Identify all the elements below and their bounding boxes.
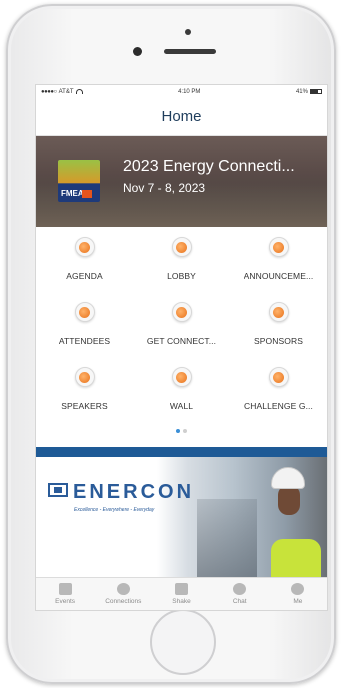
worker-face: [278, 485, 300, 515]
shake-icon: [175, 583, 188, 595]
grid-item-label: SPEAKERS: [61, 401, 108, 411]
grid-item-label: LOBBY: [167, 271, 196, 281]
grid-item-label: GET CONNECT...: [146, 336, 217, 346]
get-connected-icon: [171, 302, 192, 322]
status-right: 41%: [296, 89, 322, 95]
person-icon: [291, 583, 305, 595]
wifi-icon: [75, 89, 83, 94]
grid-item-label: SPONSORS: [254, 336, 303, 346]
agenda-icon: [74, 237, 95, 257]
front-camera: [133, 47, 142, 56]
sponsor-ad[interactable]: ENERCON Excellence - Everywhere - Everyd…: [36, 457, 327, 579]
tab-connections[interactable]: Connections: [94, 578, 152, 610]
speakers-icon: [74, 367, 95, 387]
earpiece-speaker: [164, 49, 216, 54]
battery-icon: [309, 89, 322, 94]
grid-item-announcements[interactable]: ANNOUNCEME...: [230, 233, 327, 298]
grid-item-label: AGENDA: [66, 271, 103, 281]
tab-label: Events: [55, 598, 76, 605]
app-screen: ●●●●○ AT&T 4:10 PM 41% Home FMEA 2023 En…: [35, 84, 328, 611]
ad-brand-name: ENERCON: [73, 481, 195, 503]
refinery-image: [197, 499, 257, 579]
worker-vest: [271, 539, 321, 579]
section-divider: [36, 447, 327, 457]
proximity-sensor: [185, 29, 191, 35]
grid-item-wall[interactable]: WALL: [133, 363, 230, 428]
grid-item-lobby[interactable]: LOBBY: [133, 233, 230, 298]
event-banner[interactable]: FMEA 2023 Energy Connecti... Nov 7 - 8, …: [36, 136, 327, 227]
challenge-icon: [268, 367, 289, 387]
tab-label: Chat: [232, 598, 247, 605]
tab-label: Connections: [105, 598, 142, 605]
event-title: 2023 Energy Connecti...: [123, 158, 295, 175]
event-logo-text: FMEA: [61, 189, 84, 198]
tab-me[interactable]: Me: [269, 578, 327, 610]
grid-item-label: WALL: [169, 401, 194, 411]
attendees-icon: [74, 302, 95, 322]
signal-strength: ●●●●○: [41, 88, 57, 95]
page-dot-active: [176, 429, 180, 433]
grid-item-label: CHALLENGE G...: [244, 401, 313, 411]
page-dot: [183, 429, 187, 433]
grid-item-agenda[interactable]: AGENDA: [36, 233, 133, 298]
tab-chat[interactable]: Chat: [211, 578, 269, 610]
home-button[interactable]: [150, 609, 216, 675]
tab-events[interactable]: Events: [36, 578, 94, 610]
event-dates: Nov 7 - 8, 2023: [123, 181, 206, 195]
grid-item-label: ATTENDEES: [58, 336, 111, 346]
ad-tagline: Excellence - Everywhere - Everyday: [74, 507, 155, 513]
status-time: 4:10 PM: [178, 88, 201, 95]
event-logo: FMEA: [58, 160, 100, 202]
feature-grid: AGENDA LOBBY ANNOUNCEME... ATTENDEES GET…: [36, 227, 327, 428]
calendar-icon: [58, 583, 72, 595]
status-bar: ●●●●○ AT&T 4:10 PM 41%: [36, 85, 327, 98]
page-title: Home: [161, 108, 202, 125]
tab-shake[interactable]: Shake: [152, 578, 210, 610]
battery-percent: 41%: [295, 88, 308, 95]
nav-bar: Home: [36, 98, 327, 136]
sponsors-icon: [268, 302, 289, 322]
ad-photo: [157, 457, 327, 579]
grid-item-attendees[interactable]: ATTENDEES: [36, 298, 133, 363]
announcements-icon: [268, 237, 289, 257]
grid-item-speakers[interactable]: SPEAKERS: [36, 363, 133, 428]
grid-item-challenge[interactable]: CHALLENGE G...: [230, 363, 327, 428]
tab-bar: Events Connections Shake Chat Me: [36, 577, 327, 610]
hard-hat-icon: [271, 467, 305, 489]
grid-item-get-connected[interactable]: GET CONNECT...: [133, 298, 230, 363]
enercon-logo-icon: [48, 483, 68, 497]
chat-icon: [233, 583, 247, 595]
lobby-icon: [171, 237, 192, 257]
people-icon: [116, 583, 130, 595]
logo-accent: [82, 190, 92, 198]
grid-item-sponsors[interactable]: SPONSORS: [230, 298, 327, 363]
tab-label: Me: [293, 598, 303, 605]
grid-item-label: ANNOUNCEME...: [243, 271, 314, 281]
status-left: ●●●●○ AT&T: [41, 89, 83, 95]
carrier-name: AT&T: [58, 88, 74, 95]
tab-label: Shake: [172, 598, 191, 605]
wall-icon: [171, 367, 192, 387]
